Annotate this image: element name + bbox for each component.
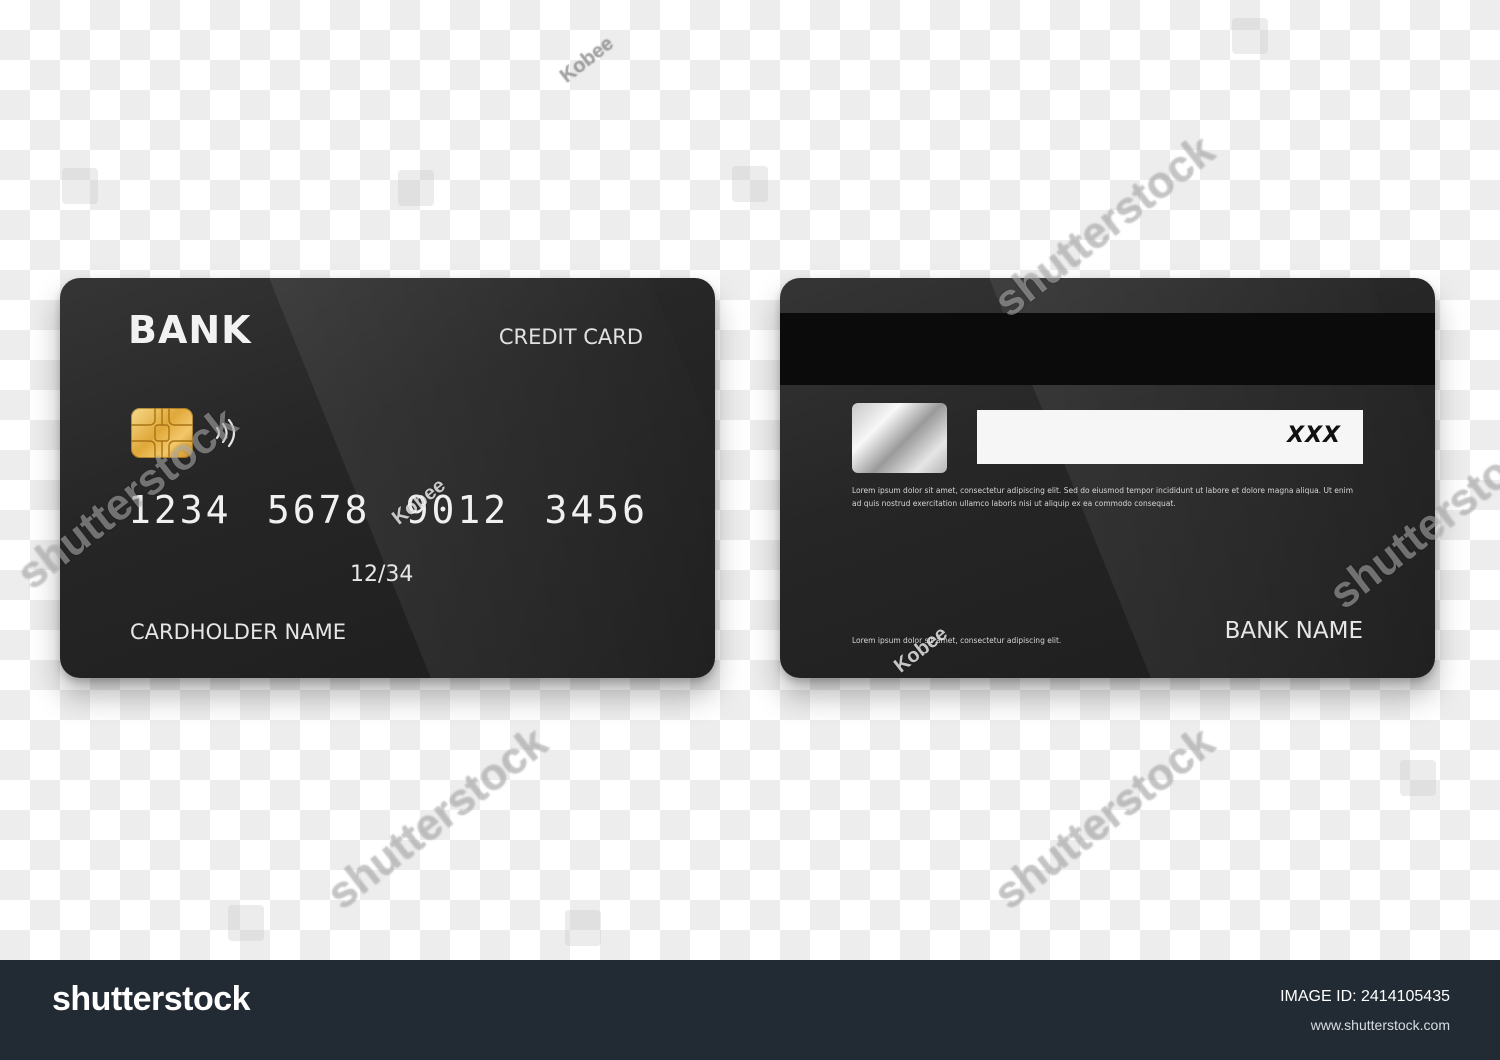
image-id: IMAGE ID: 2414105435 (1280, 988, 1450, 1005)
watermark-square-icon (1232, 18, 1268, 54)
watermark-brand: shutterstock (318, 717, 557, 919)
image-canvas: BANK CREDIT CARD 1234 5678 9012 3456 12/… (0, 0, 1500, 960)
card-number-group: 3456 (544, 488, 648, 532)
hologram-icon (852, 403, 947, 473)
watermark-square-icon (398, 170, 434, 206)
stock-url: www.shutterstock.com (1310, 1017, 1450, 1033)
cvv-code: XXX (1287, 423, 1341, 448)
credit-card-front: BANK CREDIT CARD 1234 5678 9012 3456 12/… (60, 278, 715, 678)
card-number: 1234 5678 9012 3456 (128, 488, 648, 532)
watermark-brand: shutterstock (985, 717, 1224, 919)
watermark-contributor: Kobee (556, 32, 618, 88)
card-number-group: 1234 (128, 488, 232, 532)
footer-text: Lorem ipsum dolor sit amet, consectetur … (852, 636, 1062, 645)
watermark-square-icon (1400, 760, 1436, 796)
shutterstock-logo: shutterstock (52, 980, 251, 1018)
watermark-square-icon (565, 910, 601, 946)
expiry-date: 12/34 (350, 562, 414, 587)
watermark-square-icon (732, 166, 768, 202)
card-number-group: 5678 (266, 488, 371, 532)
card-gloss (269, 278, 715, 678)
bank-logo: BANK (128, 308, 252, 352)
chip-icon (131, 408, 193, 458)
contactless-icon (215, 418, 236, 448)
watermark-square-icon (62, 168, 98, 204)
stock-footer-bar: shutterstock IMAGE ID: 2414105435 www.sh… (0, 960, 1500, 1060)
card-type-label: CREDIT CARD (498, 325, 643, 349)
card-number-group: 9012 (405, 488, 510, 532)
signature-panel: XXX (977, 410, 1363, 464)
terms-text: Lorem ipsum dolor sit amet, consectetur … (852, 486, 1354, 508)
cardholder-name: CARDHOLDER NAME (130, 620, 346, 644)
bank-name: BANK NAME (1224, 618, 1363, 644)
magnetic-stripe (780, 313, 1435, 385)
credit-card-back: XXX Lorem ipsum dolor sit amet, consecte… (780, 278, 1435, 678)
watermark-square-icon (228, 905, 264, 941)
